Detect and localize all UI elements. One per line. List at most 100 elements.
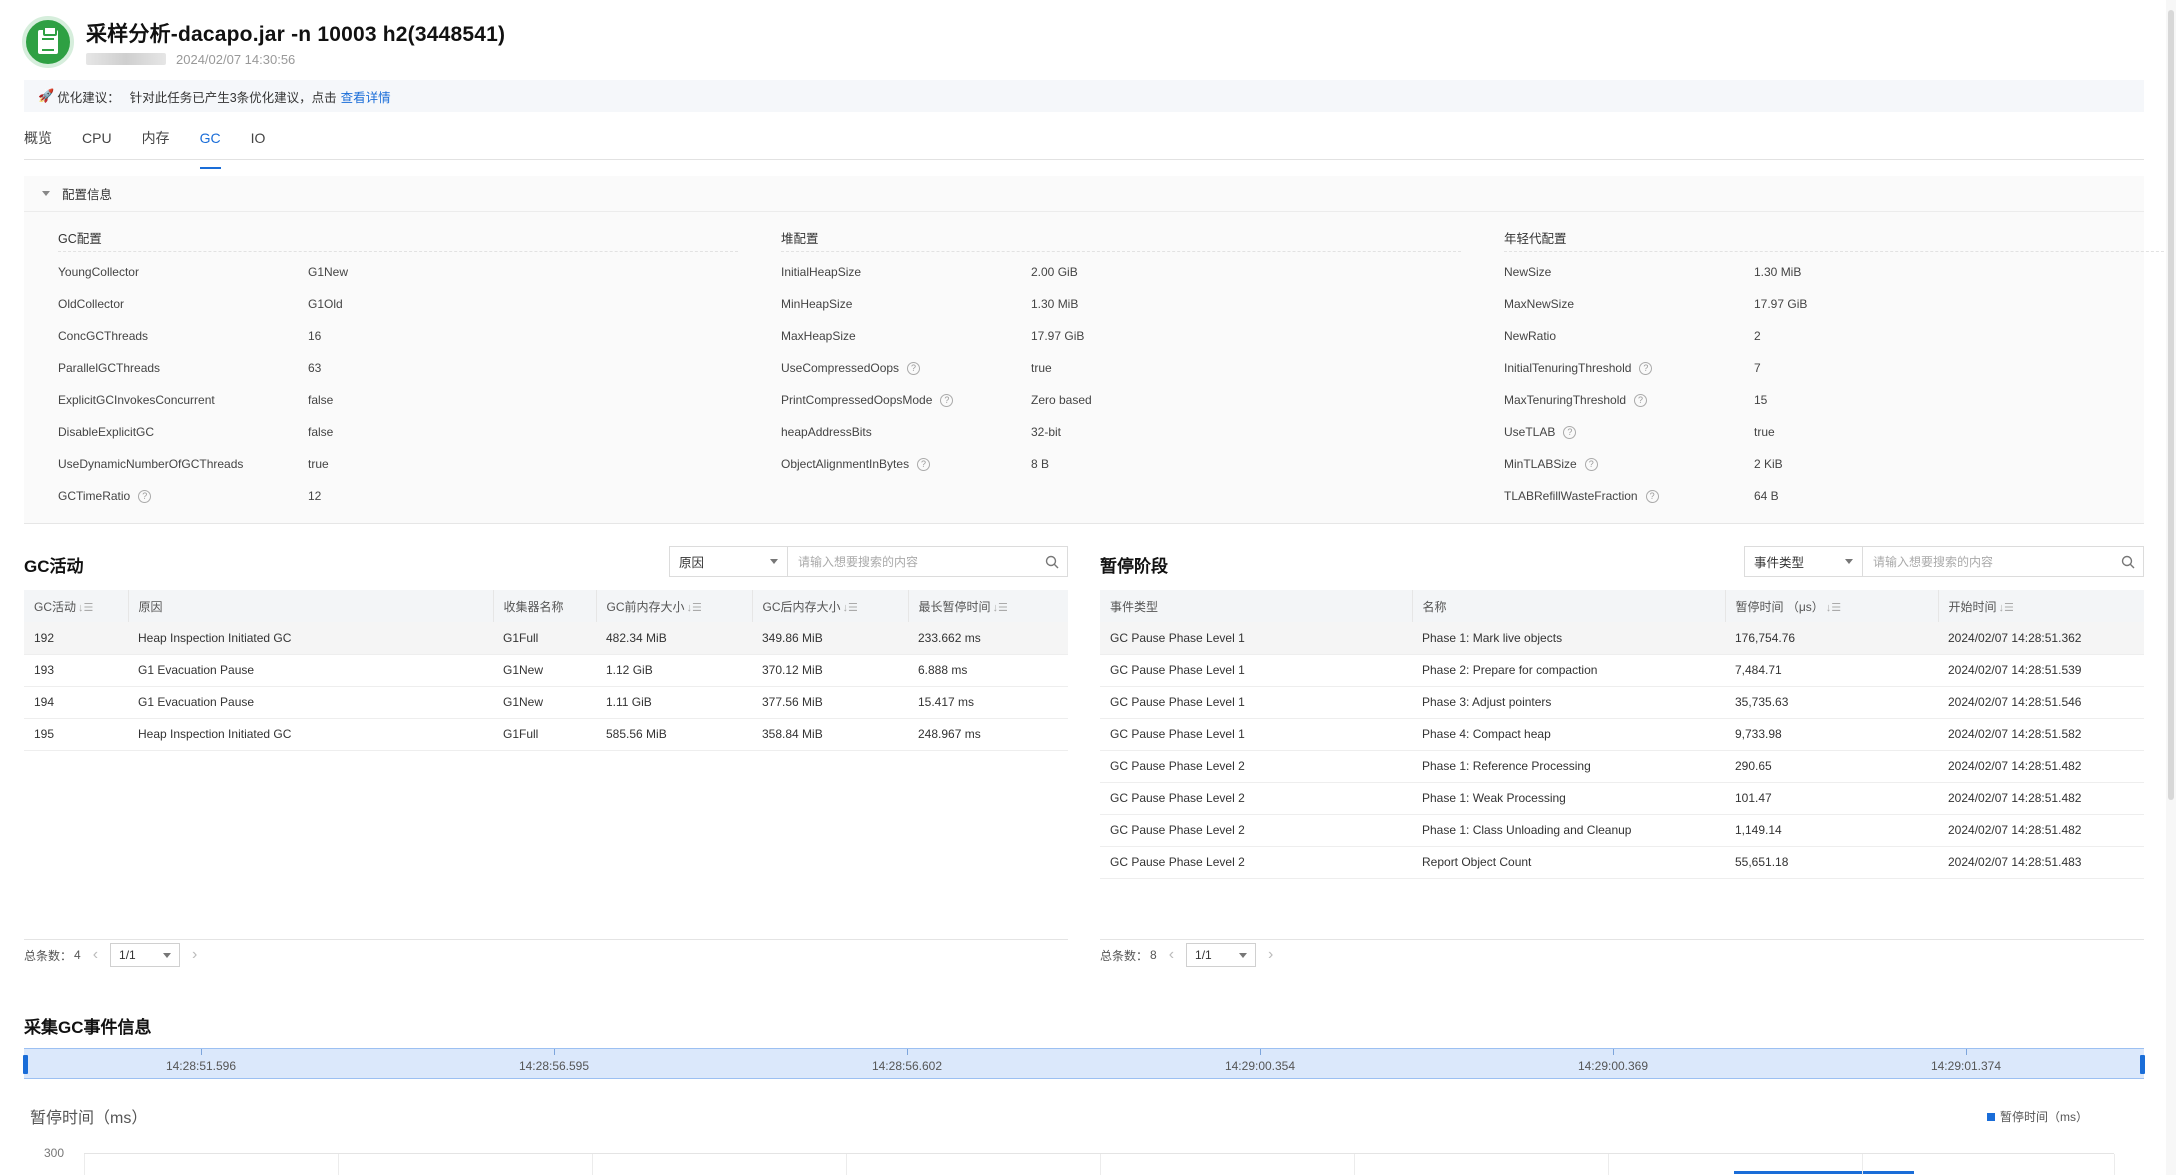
column-header[interactable]: 暂停时间 （μs） ↓☰ xyxy=(1725,590,1939,622)
config-key: MaxNewSize xyxy=(1504,297,1754,311)
tab-io[interactable]: IO xyxy=(251,126,266,159)
config-key-text: NewSize xyxy=(1504,265,1552,279)
help-icon[interactable]: ? xyxy=(1639,361,1653,375)
config-value: 7 xyxy=(1754,361,1761,375)
config-key-text: TLABRefillWasteFraction xyxy=(1504,489,1638,503)
tab-gc[interactable]: GC xyxy=(199,126,221,169)
config-header[interactable]: 配置信息 xyxy=(24,176,2144,212)
column-header: 原因 xyxy=(128,590,494,622)
column-header[interactable]: GC后内存大小 ↓☰ xyxy=(752,590,909,622)
gc-activity-filter-select[interactable]: 原因 xyxy=(670,547,788,576)
config-key-text: UseDynamicNumberOfGCThreads xyxy=(58,457,244,471)
table-cell: 248.967 ms xyxy=(908,718,1068,751)
table-cell: 370.12 MiB xyxy=(752,654,908,687)
sort-icon[interactable]: ↓☰ xyxy=(843,602,858,614)
help-icon[interactable]: ? xyxy=(940,393,954,407)
config-key: TLABRefillWasteFraction? xyxy=(1504,489,1754,503)
table-row[interactable]: GC Pause Phase Level 2 Phase 1: Weak Proc… xyxy=(1100,782,2144,815)
help-icon[interactable]: ? xyxy=(1645,489,1659,503)
chart-legend[interactable]: 暂停时间（ms） xyxy=(1987,1108,2088,1125)
pause-phase-filter-select[interactable]: 事件类型 xyxy=(1745,547,1863,576)
help-icon[interactable]: ? xyxy=(917,457,931,471)
young-config-column: 年轻代配置 NewSize 1.30 MiB MaxNewSize 17.97 GiB… xyxy=(1504,226,2176,512)
table-cell: 2024/02/07 14:28:51.546 xyxy=(1938,686,2144,719)
range-start-handle[interactable] xyxy=(23,1055,28,1074)
task-timestamp: 2024/02/07 14:30:56 xyxy=(176,51,296,67)
view-details-link[interactable]: 查看详情 xyxy=(341,87,391,106)
table-cell: 55,651.18 xyxy=(1725,846,1938,879)
help-icon[interactable]: ? xyxy=(1634,393,1648,407)
config-value: Zero based xyxy=(1031,393,1092,407)
table-row[interactable]: GC Pause Phase Level 2 Phase 1: Reference… xyxy=(1100,750,2144,783)
chart-bar[interactable] xyxy=(1734,1171,1914,1174)
column-header[interactable]: 开始时间 ↓☰ xyxy=(1938,590,2144,622)
sort-icon[interactable]: ↓☰ xyxy=(993,602,1008,614)
timeline-tick xyxy=(554,1049,555,1055)
search-icon[interactable] xyxy=(1037,547,1067,576)
chart-gridline xyxy=(1862,1154,1863,1175)
config-row: UseCompressedOops? true xyxy=(781,352,1461,384)
young-config-title: 年轻代配置 xyxy=(1504,226,2176,252)
next-page-icon[interactable]: › xyxy=(192,946,197,964)
help-icon[interactable]: ? xyxy=(907,361,921,375)
table-cell: 2024/02/07 14:28:51.539 xyxy=(1938,654,2144,687)
table-row[interactable]: 194 G1 Evacuation Pause G1New 1.11 GiB 377.5… xyxy=(24,686,1068,719)
gc-activity-title: GC活动 xyxy=(24,557,84,576)
config-row: NewRatio 2 xyxy=(1504,320,2176,352)
config-value: 17.97 GiB xyxy=(1031,329,1085,343)
table-cell: 2024/02/07 14:28:51.483 xyxy=(1938,846,2144,879)
table-row[interactable]: 192 Heap Inspection Initiated GC G1Full 482… xyxy=(24,622,1068,655)
tab-内存[interactable]: 内存 xyxy=(142,126,170,159)
table-row[interactable]: GC Pause Phase Level 1 Phase 4: Compact h… xyxy=(1100,718,2144,751)
table-cell: GC Pause Phase Level 1 xyxy=(1100,622,1412,655)
search-icon[interactable] xyxy=(2113,547,2143,576)
column-header[interactable]: GC前内存大小 ↓☰ xyxy=(596,590,753,622)
help-icon[interactable]: ? xyxy=(1584,457,1598,471)
page-title: 采样分析-dacapo.jar -n 10003 h2(3448541) xyxy=(86,22,506,46)
chart-gridline xyxy=(1100,1154,1101,1175)
time-range-slider[interactable]: 14:28:51.596 14:28:56.595 14:28:56.602 14:2… xyxy=(23,1048,2145,1079)
column-header[interactable]: 最长暂停时间 ↓☰ xyxy=(908,590,1068,622)
page-select[interactable]: 1/1 xyxy=(1186,943,1257,967)
gc-activity-pager: 总条数： 4 ‹ 1/1 › xyxy=(24,940,209,970)
gc-activity-search-input[interactable] xyxy=(788,547,1037,576)
suggestion-label: 优化建议： xyxy=(57,90,120,105)
sort-icon[interactable]: ↓☰ xyxy=(1999,602,2014,614)
range-end-handle[interactable] xyxy=(2140,1055,2145,1074)
help-icon[interactable]: ? xyxy=(138,489,152,503)
rocket-icon: 🚀 xyxy=(38,88,55,103)
prev-page-icon[interactable]: ‹ xyxy=(1169,946,1174,964)
table-cell: Heap Inspection Initiated GC xyxy=(128,622,493,655)
pause-phase-panel: 暂停阶段 事件类型 事件类型名称暂停时间 （μs）↓☰开始时间↓☰GC Paus… xyxy=(1100,546,2144,967)
page-select[interactable]: 1/1 xyxy=(110,943,181,967)
column-header[interactable]: GC活动 ↓☰ xyxy=(24,590,129,622)
config-value: 64 B xyxy=(1754,489,1779,503)
config-key: MinHeapSize xyxy=(781,297,1031,311)
table-row[interactable]: GC Pause Phase Level 1 Phase 2: Prepare f… xyxy=(1100,654,2144,687)
help-icon[interactable]: ? xyxy=(1563,425,1577,439)
sort-icon[interactable]: ↓☰ xyxy=(687,602,702,614)
scrollbar-thumb[interactable] xyxy=(2168,10,2174,800)
next-page-icon[interactable]: › xyxy=(1268,946,1273,964)
gc-activity-table: GC活动 ↓☰ 原因 收集器名称 GC前内存大小 ↓☰ GC后内存大小 ↓☰ 最长暂停时间 ↓☰ 1… xyxy=(24,590,1068,751)
table-row[interactable]: GC Pause Phase Level 2 Report Object Coun… xyxy=(1100,846,2144,879)
table-row[interactable]: GC Pause Phase Level 2 Phase 1: Class Unl… xyxy=(1100,814,2144,847)
table-cell: 2024/02/07 14:28:51.582 xyxy=(1938,718,2144,751)
config-row: ParallelGCThreads 63 xyxy=(58,352,738,384)
tab-cpu[interactable]: CPU xyxy=(82,126,112,159)
table-row[interactable]: 193 G1 Evacuation Pause G1New 1.12 GiB 370.1… xyxy=(24,654,1068,687)
prev-page-icon[interactable]: ‹ xyxy=(93,946,98,964)
table-row[interactable]: GC Pause Phase Level 1 Phase 3: Adjust po… xyxy=(1100,686,2144,719)
sort-icon[interactable]: ↓☰ xyxy=(78,602,93,614)
table-row[interactable]: GC Pause Phase Level 1 Phase 1: Mark live… xyxy=(1100,622,2144,655)
table-cell: G1New xyxy=(493,654,596,687)
table-row[interactable]: 195 Heap Inspection Initiated GC G1Full 585… xyxy=(24,718,1068,751)
table-cell: 194 xyxy=(24,686,128,719)
collapse-caret-icon[interactable] xyxy=(42,191,50,196)
config-key: DisableExplicitGC xyxy=(58,425,308,439)
pause-phase-search-input[interactable] xyxy=(1863,547,2113,576)
tab-bar: 概览 CPU 内存 GC IO xyxy=(24,126,2144,169)
config-row: ExplicitGCInvokesConcurrent false xyxy=(58,384,738,416)
tab-概览[interactable]: 概览 xyxy=(24,126,52,159)
sort-icon[interactable]: ↓☰ xyxy=(1826,602,1841,614)
